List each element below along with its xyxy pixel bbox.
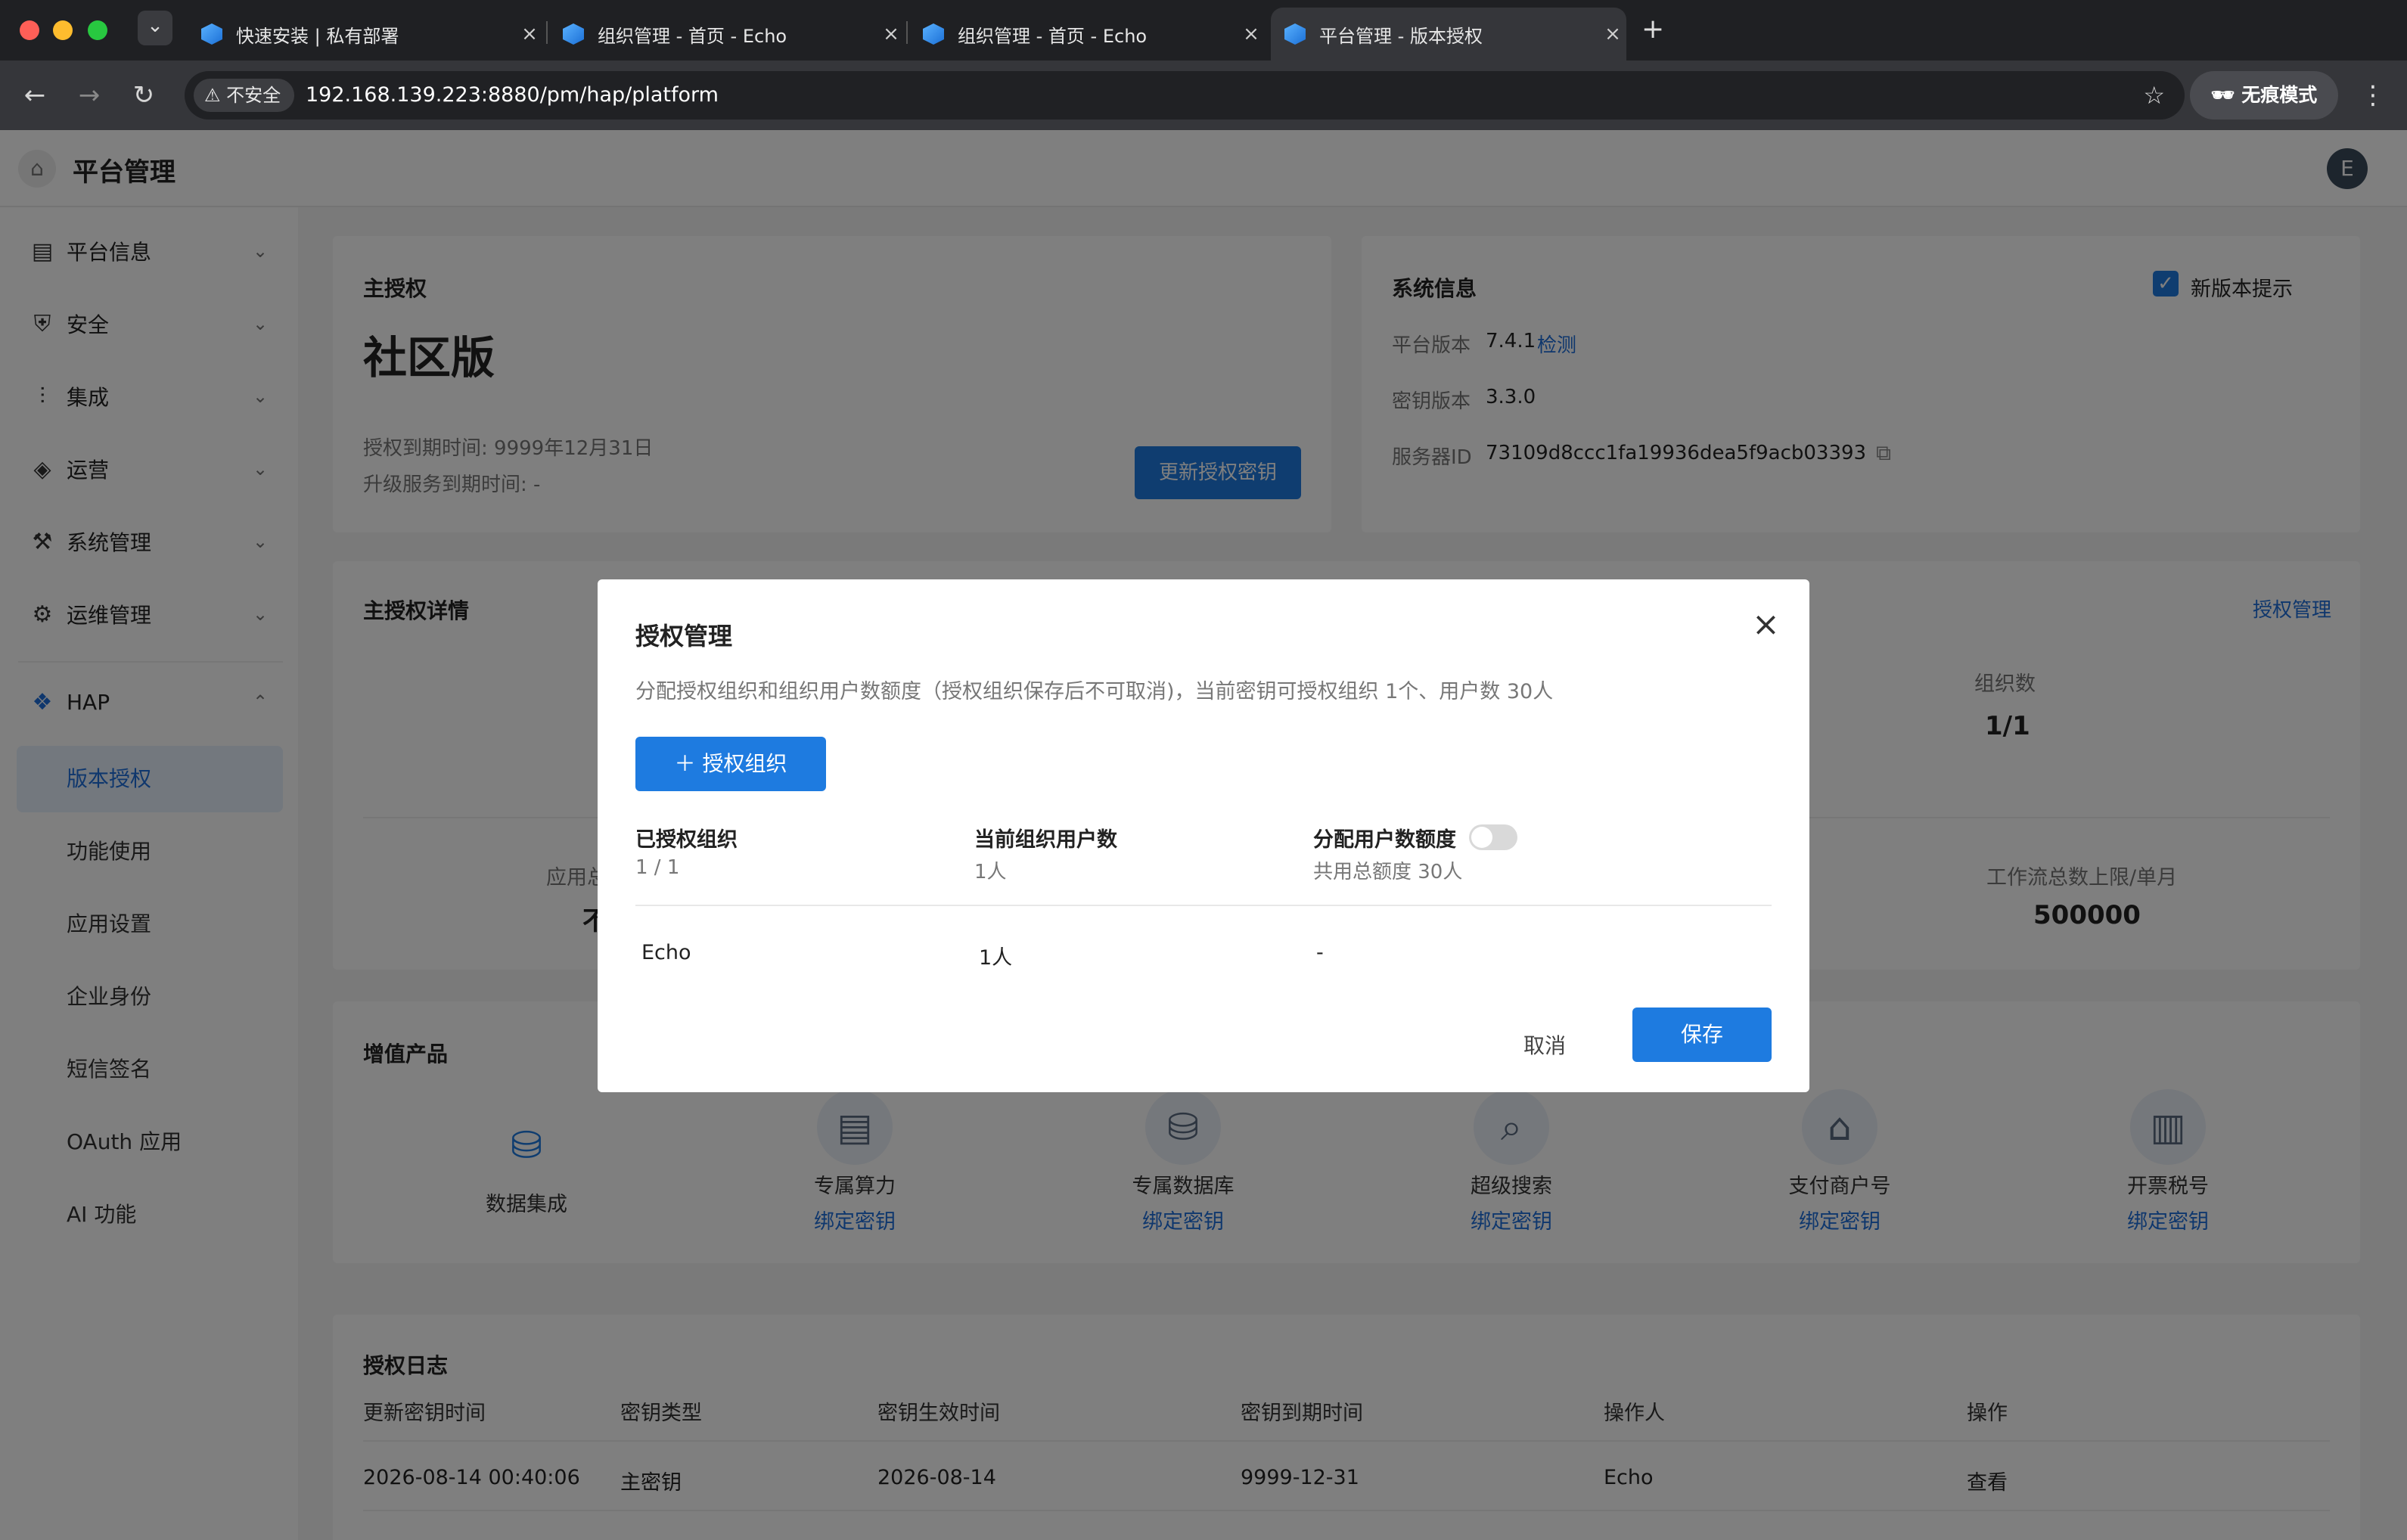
cancel-button[interactable]: 取消: [1499, 1020, 1590, 1073]
tab-title: 组织管理 - 首页 - Echo: [958, 25, 1148, 47]
tab-close-icon[interactable]: ×: [877, 23, 905, 45]
browser-tab-active[interactable]: 平台管理 - 版本授权 ×: [1271, 8, 1626, 61]
maximize-window-button[interactable]: [88, 20, 107, 40]
url-text[interactable]: 192.168.139.223:8880/pm/hap/platform: [306, 71, 719, 120]
incognito-icon: 🕶: [2210, 84, 2242, 106]
col-current-users: 当前组织用户数: [974, 828, 1117, 852]
browser-menu-icon[interactable]: ⋮: [2360, 77, 2386, 113]
incognito-indicator[interactable]: 🕶 无痕模式: [2190, 71, 2338, 120]
tab-close-icon[interactable]: ×: [1599, 23, 1626, 45]
tab-title: 快速安装 | 私有部署: [236, 25, 399, 47]
app-favicon-icon: [563, 23, 584, 45]
shared-quota: 共用总额度 30人: [1313, 861, 1463, 883]
plus-icon: ＋: [674, 751, 703, 776]
org-quota-cell: -: [1316, 941, 1324, 964]
security-indicator[interactable]: ⚠ 不安全: [194, 79, 295, 112]
tab-search-dropdown-icon[interactable]: ⌄: [138, 11, 172, 45]
browser-tab-3[interactable]: 组织管理 - 首页 - Echo ×: [909, 8, 1265, 61]
browser-tab-2[interactable]: 组织管理 - 首页 - Echo ×: [549, 8, 905, 61]
tab-close-icon[interactable]: ×: [516, 23, 543, 45]
app-favicon-icon: [201, 23, 222, 45]
col-authorized-orgs: 已授权组织: [635, 828, 738, 852]
bookmark-star-icon[interactable]: ☆: [2143, 71, 2165, 120]
forward-arrow-icon[interactable]: →: [71, 77, 107, 113]
close-icon[interactable]: ×: [1752, 605, 1780, 644]
save-button[interactable]: 保存: [1632, 1008, 1772, 1062]
browser-tab-1[interactable]: 快速安装 | 私有部署 ×: [188, 8, 543, 61]
current-users-total: 1人: [974, 861, 1007, 883]
app-favicon-icon: [923, 23, 944, 45]
dialog-description: 分配授权组织和组织用户数额度（授权组织保存后不可取消)，当前密钥可授权组织 1个…: [635, 680, 1554, 703]
license-manage-dialog: 授权管理 × 分配授权组织和组织用户数额度（授权组织保存后不可取消)，当前密钥可…: [598, 579, 1809, 1092]
close-window-button[interactable]: [20, 20, 39, 40]
minimize-window-button[interactable]: [53, 20, 73, 40]
col-user-quota: 分配用户数额度: [1313, 828, 1456, 852]
address-bar[interactable]: ⚠ 不安全 192.168.139.223:8880/pm/hap/platfo…: [185, 71, 2185, 120]
new-tab-button[interactable]: +: [1641, 14, 1664, 45]
authorize-org-button[interactable]: ＋ 授权组织: [635, 737, 826, 791]
org-user-count-cell: 1人: [979, 946, 1013, 970]
back-arrow-icon[interactable]: ←: [17, 77, 53, 113]
dialog-title: 授权管理: [635, 622, 733, 650]
reload-icon[interactable]: ↻: [126, 77, 162, 113]
tab-close-icon[interactable]: ×: [1238, 23, 1265, 45]
browser-toolbar: ← → ↻ ⚠ 不安全 192.168.139.223:8880/pm/hap/…: [0, 61, 2407, 130]
browser-tab-strip: ⌄ 快速安装 | 私有部署 × 组织管理 - 首页 - Echo × 组织管理 - …: [0, 0, 2407, 61]
authorized-org-count: 1 / 1: [635, 856, 680, 879]
warning-triangle-icon: ⚠: [204, 85, 227, 106]
tab-title: 组织管理 - 首页 - Echo: [598, 25, 787, 47]
quota-toggle[interactable]: [1469, 824, 1517, 850]
org-name-cell: Echo: [641, 941, 691, 964]
app-favicon-icon: [1284, 23, 1306, 45]
tab-title: 平台管理 - 版本授权: [1319, 25, 1483, 47]
